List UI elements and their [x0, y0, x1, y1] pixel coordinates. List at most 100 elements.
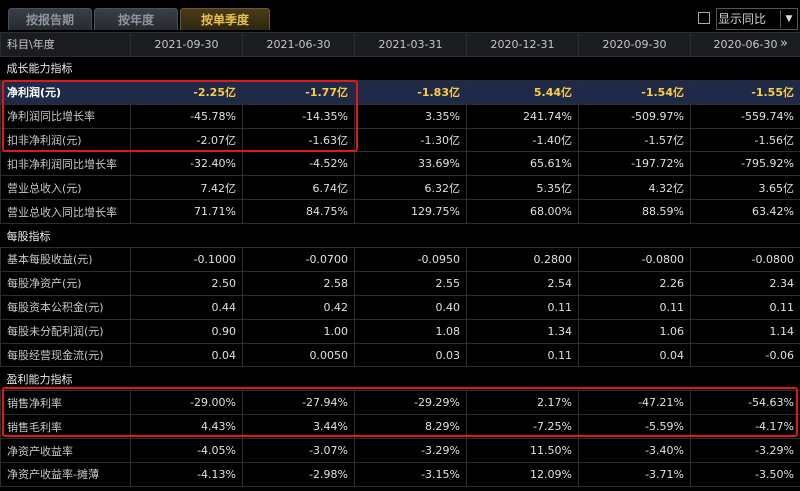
cell-value: 0.11 [690, 294, 800, 320]
cell-value: 6.32亿 [354, 175, 467, 201]
cell-value: -1.40亿 [466, 127, 579, 153]
header-period[interactable]: 2021-03-31 [354, 32, 467, 57]
tab-by-year[interactable]: 按年度 [94, 8, 178, 30]
row-label: 营业总收入同比增长率 [0, 199, 131, 225]
cell-value: 0.40 [354, 294, 467, 320]
show-yoy-checkbox[interactable] [698, 12, 710, 24]
cell-value: 2.55 [354, 270, 467, 296]
cell-value: 0.11 [578, 294, 691, 320]
cell-value: 0.11 [466, 294, 579, 320]
cell-value: -5.59% [578, 414, 691, 440]
section-title: 成长能力指标 [0, 55, 800, 81]
cell-value: 11.50% [466, 438, 579, 464]
section-title: 盈利能力指标 [0, 366, 800, 392]
cell-value: -0.0950 [354, 247, 467, 272]
cell-value: -4.13% [130, 462, 243, 487]
table-row[interactable]: 每股资本公积金(元) 0.44 0.42 0.40 0.11 0.11 0.11 [0, 294, 800, 320]
cell-value: -2.25亿 [130, 79, 243, 105]
table-row[interactable]: 扣非净利润(元) -2.07亿 -1.63亿 -1.30亿 -1.40亿 -1.57亿 -1… [0, 127, 800, 153]
header-subject: 科目\年度 [0, 32, 131, 57]
cell-value: -2.98% [242, 462, 355, 487]
cell-value: 0.90 [130, 318, 243, 344]
table-row[interactable]: 每股净资产(元) 2.50 2.58 2.55 2.54 2.26 2.34 [0, 270, 800, 296]
row-label: 每股经营现金流(元) [0, 342, 131, 368]
table-row[interactable]: 扣非净利润同比增长率 -32.40% -4.52% 33.69% 65.61% -197.… [0, 151, 800, 177]
cell-value: -1.77亿 [242, 79, 355, 105]
row-label: 扣非净利润(元) [0, 127, 131, 153]
expand-columns-icon[interactable]: » [780, 36, 788, 51]
cell-value: 7.42亿 [130, 175, 243, 201]
table-row[interactable]: 每股经营现金流(元) 0.04 0.0050 0.03 0.11 0.04 -0.06 [0, 342, 800, 368]
table-row[interactable]: 净利润(元) -2.25亿 -1.77亿 -1.83亿 5.44亿 -1.54亿 -1.55… [0, 79, 800, 105]
header-period[interactable]: 2020-12-31 [466, 32, 579, 57]
section-header: 盈利能力指标 [0, 366, 800, 392]
table-row[interactable]: 每股未分配利润(元) 0.90 1.00 1.08 1.34 1.06 1.14 [0, 318, 800, 344]
cell-value: 241.74% [466, 103, 579, 129]
cell-value: 2.26 [578, 270, 691, 296]
cell-value: -45.78% [130, 103, 243, 129]
cell-value: 33.69% [354, 151, 467, 177]
cell-value: 0.03 [354, 342, 467, 368]
cell-value: 1.06 [578, 318, 691, 344]
cell-value: -509.97% [578, 103, 691, 129]
table-row[interactable]: 基本每股收益(元) -0.1000 -0.0700 -0.0950 0.2800 -0.0… [0, 247, 800, 272]
cell-value: 6.74亿 [242, 175, 355, 201]
cell-value: 3.65亿 [690, 175, 800, 201]
cell-value: 0.11 [466, 342, 579, 368]
table-row[interactable]: 营业总收入同比增长率 71.71% 84.75% 129.75% 68.00% 88.59… [0, 199, 800, 225]
tab-by-report-period[interactable]: 按报告期 [8, 8, 92, 30]
row-label: 每股净资产(元) [0, 270, 131, 296]
table-row[interactable]: 营业总收入(元) 7.42亿 6.74亿 6.32亿 5.35亿 4.32亿 3.65亿 [0, 175, 800, 201]
cell-value: 4.43% [130, 414, 243, 440]
cell-value: -795.92% [690, 151, 800, 177]
cell-value: -29.29% [354, 390, 467, 416]
cell-value: 5.44亿 [466, 79, 579, 105]
cell-value: -32.40% [130, 151, 243, 177]
cell-value: -1.63亿 [242, 127, 355, 153]
cell-value: 0.42 [242, 294, 355, 320]
cell-value: -559.74% [690, 103, 800, 129]
section-title: 每股指标 [0, 223, 800, 249]
cell-value: -3.29% [354, 438, 467, 464]
cell-value: -3.50% [690, 462, 800, 487]
cell-value: -0.0800 [690, 247, 800, 272]
cell-value: 68.00% [466, 199, 579, 225]
cell-value: 2.58 [242, 270, 355, 296]
cell-value: 2.17% [466, 390, 579, 416]
cell-value: 63.42% [690, 199, 800, 225]
table-row[interactable]: 净资产收益率-摊薄 -4.13% -2.98% -3.15% 12.09% -3.71% -… [0, 462, 800, 487]
cell-value: -2.07亿 [130, 127, 243, 153]
cell-value: -1.30亿 [354, 127, 467, 153]
table-row[interactable]: 销售毛利率 4.43% 3.44% 8.29% -7.25% -5.59% -4.17% [0, 414, 800, 440]
show-yoy-label: 显示同比 [718, 12, 767, 26]
cell-value: -1.83亿 [354, 79, 467, 105]
cell-value: -3.71% [578, 462, 691, 487]
row-label: 净利润同比增长率 [0, 103, 131, 129]
cell-value: 65.61% [466, 151, 579, 177]
table-row[interactable]: 销售净利率 -29.00% -27.94% -29.29% 2.17% -47.21% -5… [0, 390, 800, 416]
table-header: 科目\年度 2021-09-30 2021-06-30 2021-03-31 2… [0, 32, 800, 57]
row-label: 基本每股收益(元) [0, 247, 131, 272]
cell-value: -3.29% [690, 438, 800, 464]
cell-value: -4.52% [242, 151, 355, 177]
cell-value: -1.56亿 [690, 127, 800, 153]
table-row[interactable]: 净利润同比增长率 -45.78% -14.35% 3.35% 241.74% -509.9… [0, 103, 800, 129]
cell-value: 0.2800 [466, 247, 579, 272]
chevron-down-icon[interactable]: ▼ [780, 10, 797, 28]
row-label: 每股未分配利润(元) [0, 318, 131, 344]
tab-by-quarter[interactable]: 按单季度 [180, 8, 270, 30]
cell-value: -1.54亿 [578, 79, 691, 105]
cell-value: -27.94% [242, 390, 355, 416]
cell-value: 3.35% [354, 103, 467, 129]
cell-value: -54.63% [690, 390, 800, 416]
row-label: 每股资本公积金(元) [0, 294, 131, 320]
financial-table: 科目\年度 2021-09-30 2021-06-30 2021-03-31 2… [0, 32, 800, 487]
cell-value: 0.04 [130, 342, 243, 368]
cell-value: -1.57亿 [578, 127, 691, 153]
header-period[interactable]: 2021-09-30 [130, 32, 243, 57]
cell-value: 0.0050 [242, 342, 355, 368]
cell-value: -0.0800 [578, 247, 691, 272]
header-period[interactable]: 2020-09-30 [578, 32, 691, 57]
table-row[interactable]: 净资产收益率 -4.05% -3.07% -3.29% 11.50% -3.40% -3.2… [0, 438, 800, 464]
header-period[interactable]: 2021-06-30 [242, 32, 355, 57]
